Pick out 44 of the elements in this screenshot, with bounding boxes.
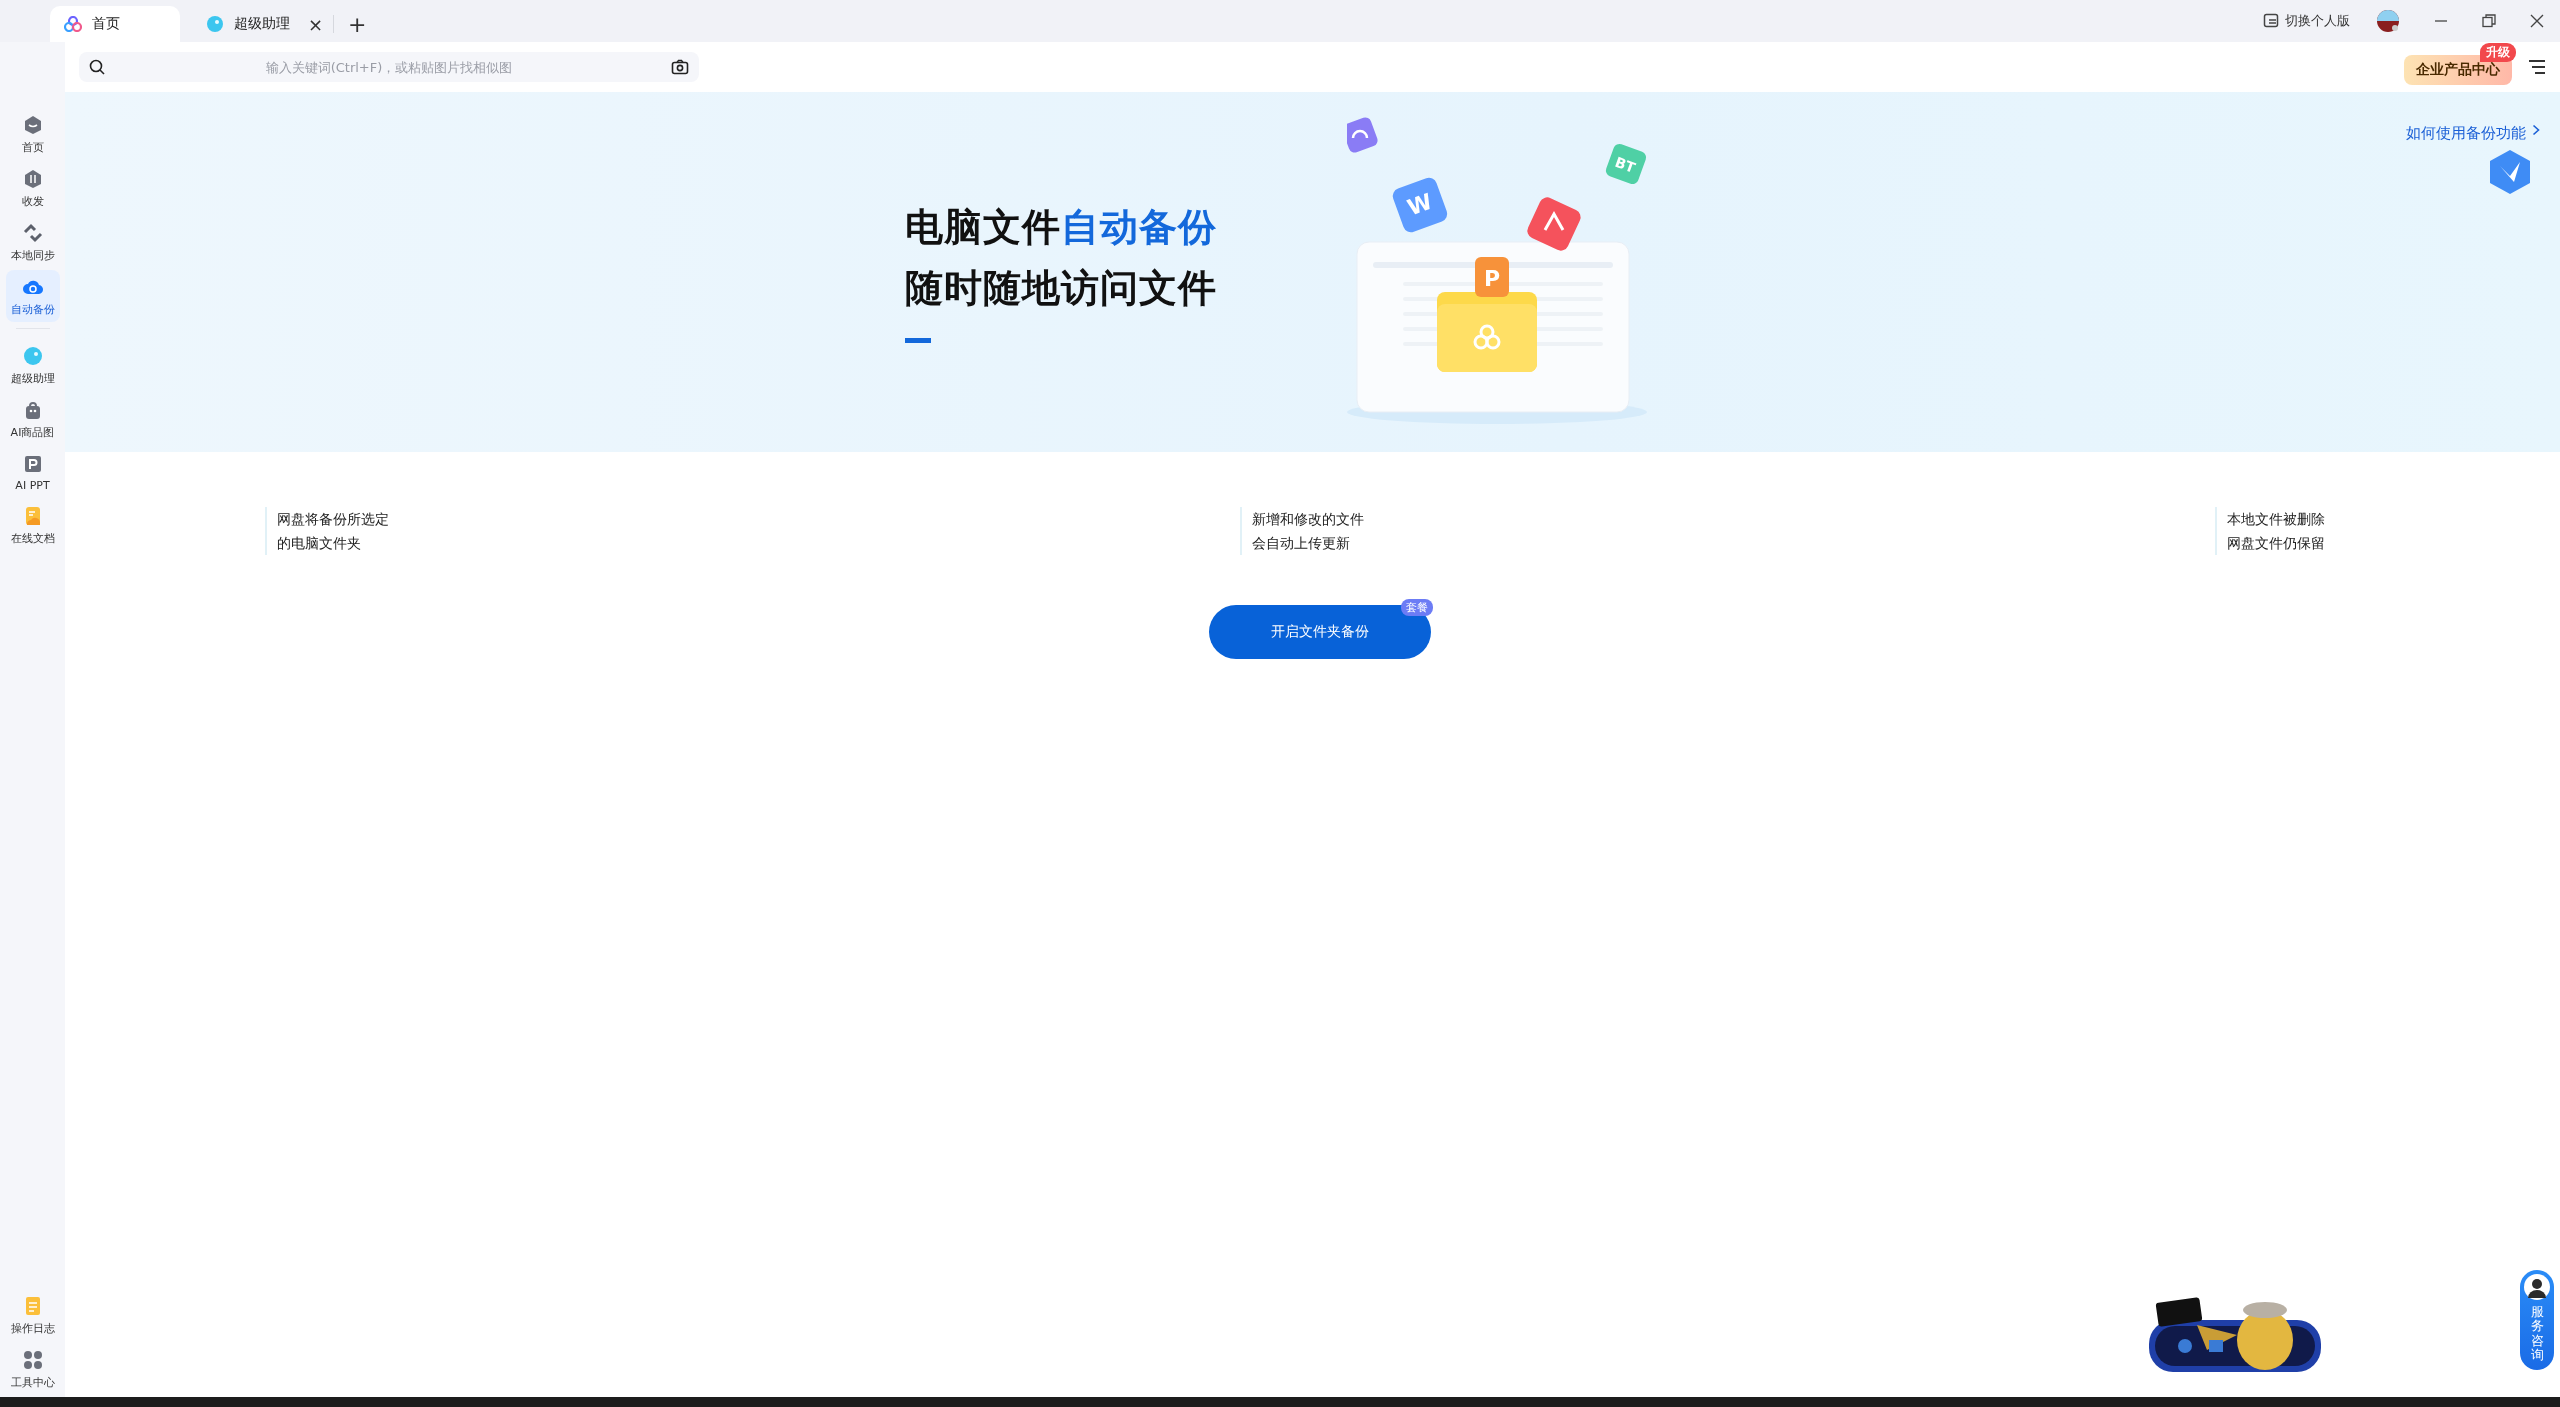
avatar-icon [2376, 9, 2400, 33]
close-tab-button[interactable]: × [308, 13, 324, 35]
avatar-icon [2523, 1273, 2551, 1301]
sync-icon [21, 222, 44, 244]
file-type-label: W [1404, 188, 1436, 221]
bubble-icon [206, 15, 224, 33]
file-type-label: BT [1613, 153, 1638, 176]
accent-bar [905, 337, 931, 343]
new-tab-button[interactable]: + [348, 11, 367, 37]
tab[interactable]: 超级助理 [192, 6, 304, 42]
feature-text: 本地文件被删除 网盘文件仍保留 [2215, 507, 2325, 555]
sidebar-item[interactable]: 在线文档 [5, 499, 60, 551]
bubble-icon [21, 345, 44, 367]
file-icon [1475, 257, 1509, 297]
sidebar-item[interactable]: 自动备份 [5, 270, 60, 322]
close-icon [2530, 14, 2544, 28]
banner-title: 电脑文件自动备份 [905, 203, 1217, 251]
feature-text: 新增和修改的文件 会自动上传更新 [1240, 507, 1364, 555]
switch-icon [2263, 13, 2279, 29]
banner-subtitle: 随时随地访问文件 [905, 264, 1217, 312]
sidebar-item[interactable]: AI商品图 [5, 393, 60, 445]
feature-text: 网盘将备份所选定 的电脑文件夹 [265, 507, 389, 555]
plan-badge: 套餐 [1400, 599, 1433, 616]
camera-icon [671, 59, 689, 75]
switch-edition-button[interactable]: 切换个人版 [2263, 12, 2350, 30]
grid-icon [21, 1349, 44, 1371]
search-field[interactable]: 输入关键词(Ctrl+F)，或粘贴图片找相似图 [79, 52, 699, 82]
restore-icon [2482, 14, 2496, 28]
sidebar-item[interactable]: 超级助理 [5, 339, 60, 391]
sidebar-item[interactable]: 收发 [5, 162, 60, 214]
tab[interactable]: 首页 [50, 6, 180, 42]
chevron-icon [2532, 124, 2540, 136]
sidebar-item[interactable]: 工具中心 [5, 1343, 60, 1395]
upgrade-badge: 升级 [2480, 43, 2516, 62]
sidebar-item[interactable]: 本地同步 [5, 216, 60, 268]
sidebar-item[interactable]: 操作日志 [5, 1289, 60, 1341]
service-button[interactable]: 服务咨询 [2520, 1270, 2554, 1371]
sidebar-item[interactable]: AI PPT [5, 447, 60, 497]
cloud-logo-icon [64, 16, 82, 32]
sidebar-item[interactable]: 首页 [5, 108, 60, 160]
help-link[interactable]: 如何使用备份功能 [2406, 124, 2526, 143]
search-icon [89, 59, 105, 75]
file-type-label: P [1483, 266, 1501, 291]
menu-icon [2528, 59, 2546, 75]
